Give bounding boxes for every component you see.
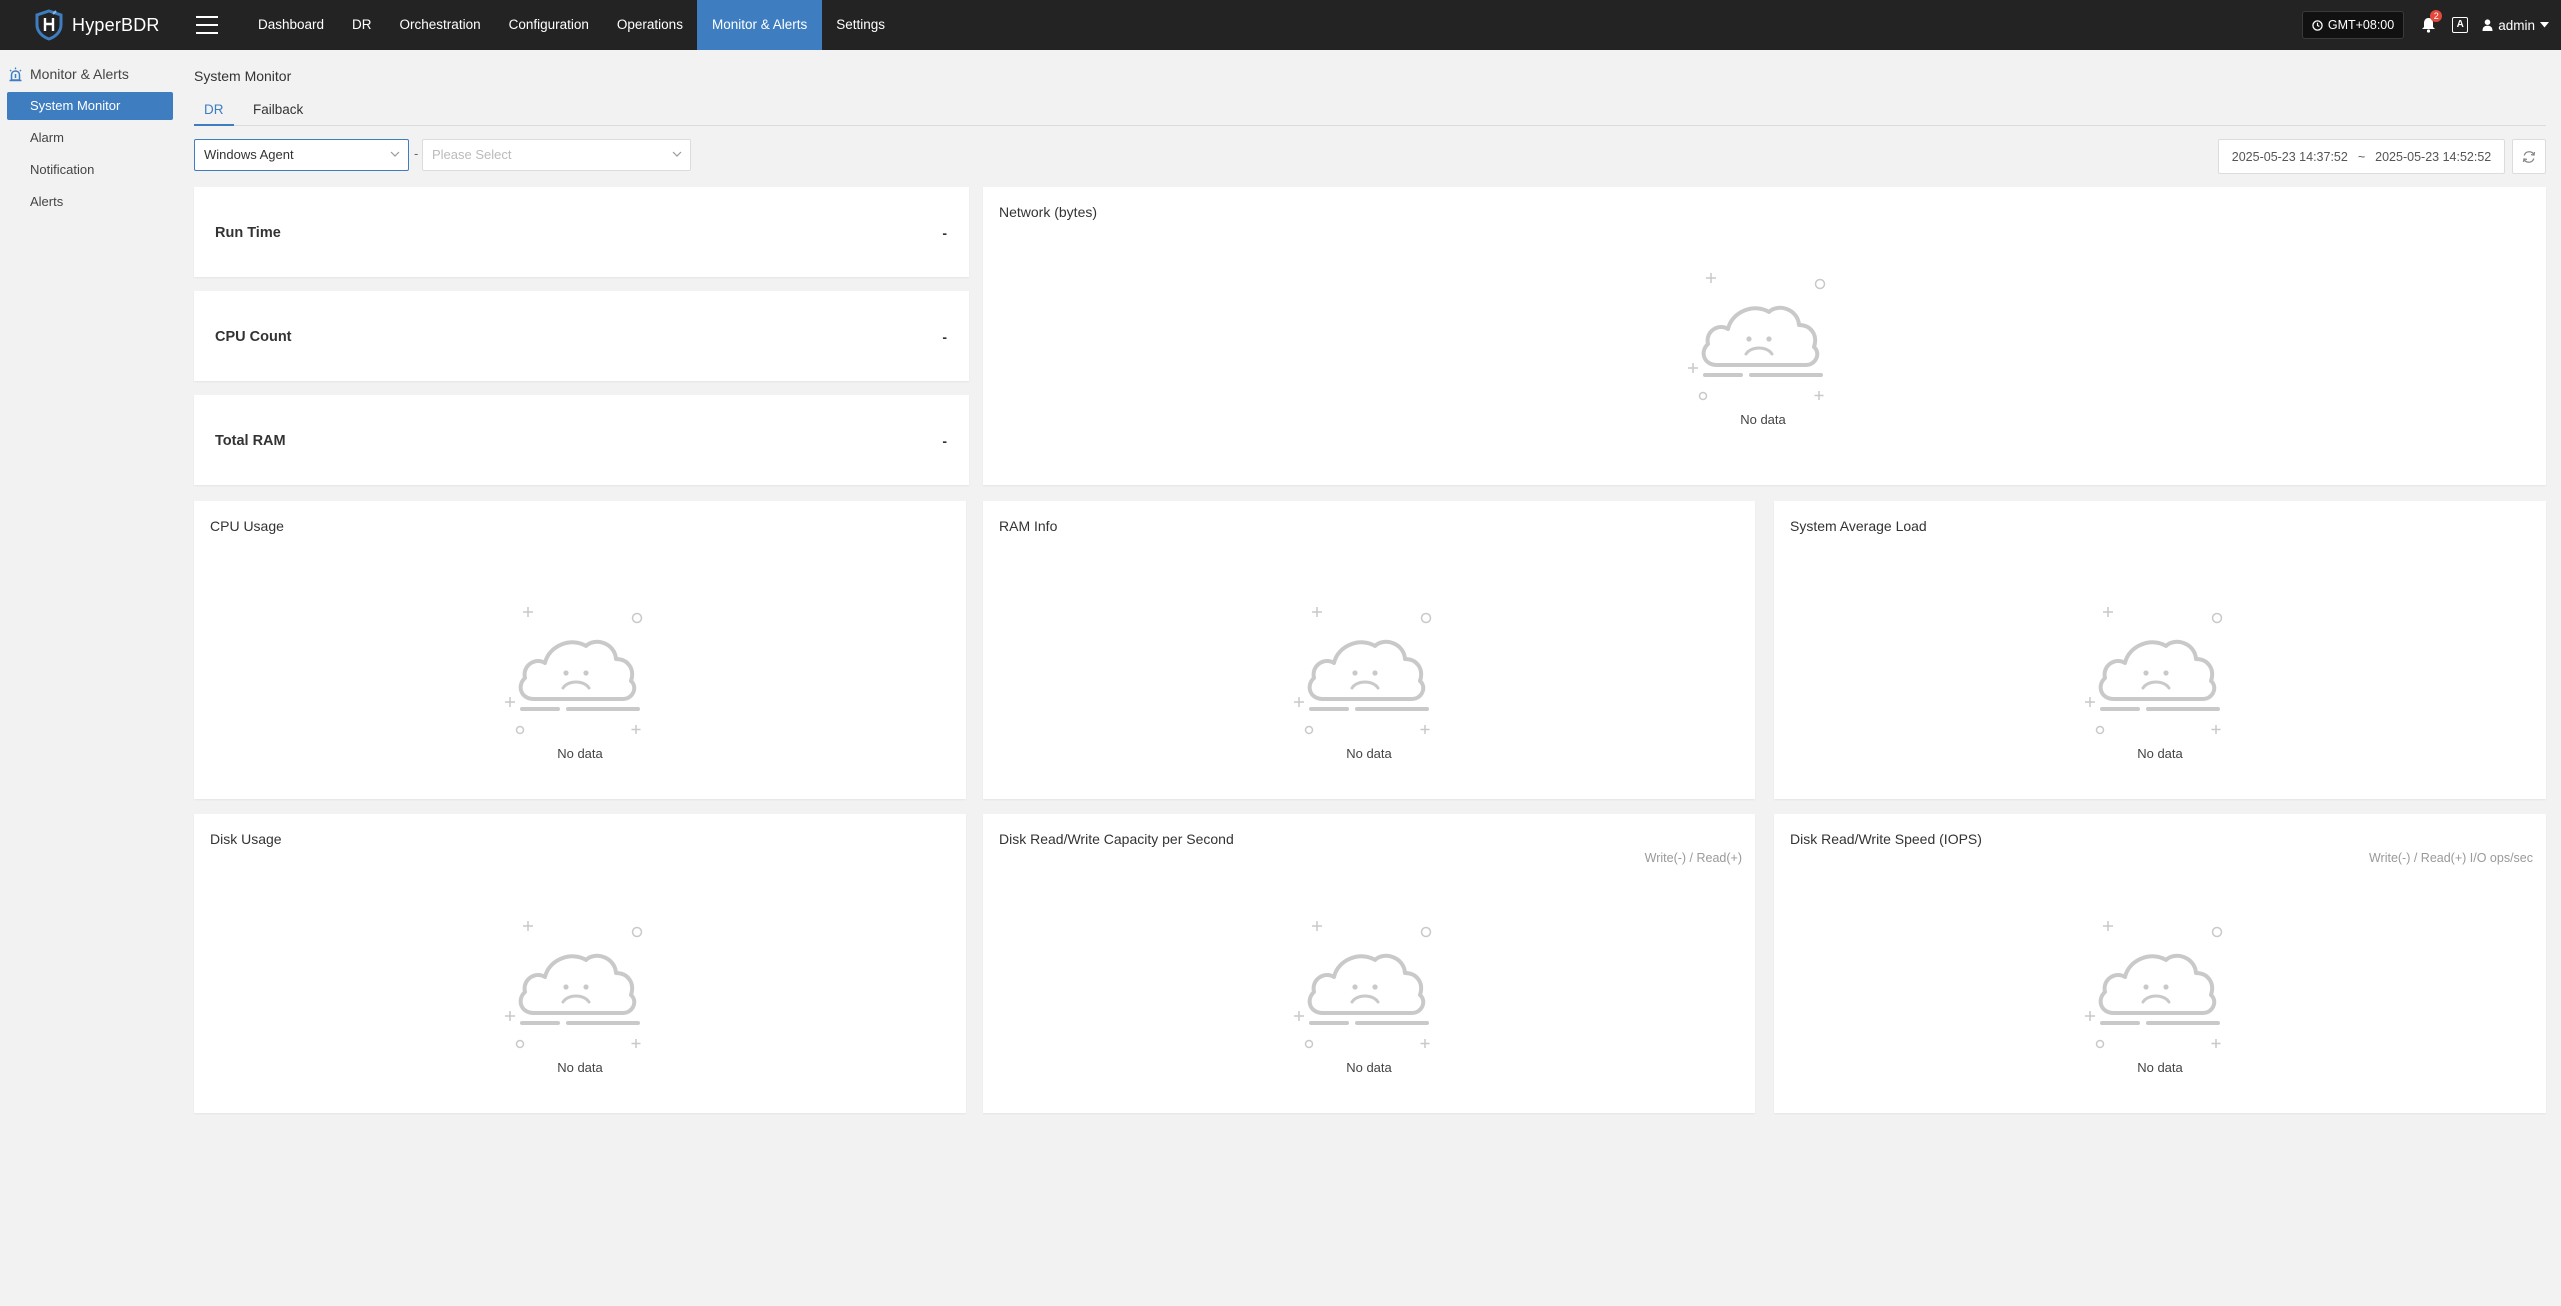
refresh-icon [2522, 150, 2536, 163]
timezone-label: GMT+08:00 [2327, 18, 2395, 32]
timezone-button[interactable]: GMT+08:00 [2301, 11, 2405, 39]
empty-state-text: No data [2137, 1060, 2183, 1075]
nav-monitor-alerts[interactable]: Monitor & Alerts [696, 0, 823, 50]
chart-network: Network (bytes) No data [983, 187, 2546, 485]
chart-title: Network (bytes) [999, 204, 1098, 220]
no-data-cloud-icon [1292, 919, 1433, 1050]
chart-title: Disk Read/Write Capacity per Second [999, 831, 1234, 847]
tab-dr[interactable]: DR [194, 94, 234, 126]
chevron-down-icon [390, 151, 400, 157]
top-navigation-bar: HyperBDR Dashboard DR Orchestration Conf… [0, 0, 2561, 50]
app-name: HyperBDR [72, 14, 160, 35]
chart-disk-read-write-capacity: Disk Read/Write Capacity per Second Writ… [983, 814, 1755, 1113]
sidebar-section-title: Monitor & Alerts [8, 66, 129, 82]
sidebar-item-alarm[interactable]: Alarm [7, 124, 173, 152]
stat-label: CPU Count [215, 329, 292, 345]
user-icon [2482, 19, 2493, 31]
nav-dr[interactable]: DR [338, 0, 386, 50]
stat-value: - [942, 329, 947, 345]
date-start: 2025-05-23 14:37:52 [2231, 149, 2348, 164]
sidebar-item-notification[interactable]: Notification [7, 156, 173, 184]
stat-card-cpu-count: CPU Count - [194, 291, 969, 381]
stat-label: Run Time [215, 225, 281, 241]
stat-card-run-time: Run Time - [194, 187, 969, 277]
empty-state-text: No data [557, 746, 603, 761]
main-nav: Dashboard DR Orchestration Configuration… [244, 0, 899, 50]
tab-failback[interactable]: Failback [253, 94, 303, 126]
stat-card-total-ram: Total RAM - [194, 395, 969, 485]
chart-title: CPU Usage [210, 518, 284, 534]
empty-state-text: No data [1346, 746, 1392, 761]
stat-value: - [942, 433, 947, 449]
date-end: 2025-05-23 14:52:52 [2375, 149, 2492, 164]
chevron-down-icon [672, 151, 682, 157]
no-data-cloud-icon [503, 605, 644, 736]
no-data-cloud-icon [503, 919, 644, 1050]
chart-title: Disk Read/Write Speed (IOPS) [1790, 831, 1982, 847]
topbar-actions: GMT+08:00 2 A admin [2301, 0, 2549, 50]
user-name: admin [2498, 17, 2535, 33]
empty-state: No data [1289, 601, 1449, 761]
chart-title: System Average Load [1790, 518, 1927, 534]
empty-state-text: No data [1346, 1060, 1392, 1075]
sidebar: Monitor & Alerts System Monitor Alarm No… [0, 50, 180, 1306]
sidebar-item-alerts[interactable]: Alerts [7, 188, 173, 216]
empty-state: No data [1683, 267, 1843, 427]
no-data-cloud-icon [1292, 605, 1433, 736]
chart-legend-note: Write(-) / Read(+) [1644, 851, 1742, 865]
language-icon[interactable]: A [2452, 17, 2469, 33]
nav-operations[interactable]: Operations [603, 0, 697, 50]
no-data-cloud-icon [2083, 919, 2224, 1050]
shield-logo-icon [35, 9, 63, 41]
empty-state: No data [500, 915, 660, 1075]
sidebar-section-label: Monitor & Alerts [30, 66, 129, 82]
date-range-picker[interactable]: 2025-05-23 14:37:52 ~ 2025-05-23 14:52:5… [2218, 139, 2505, 174]
chart-disk-usage: Disk Usage No data [194, 814, 966, 1113]
stat-label: Total RAM [215, 433, 286, 449]
chart-ram-info: RAM Info No data [983, 501, 1755, 799]
nav-settings[interactable]: Settings [822, 0, 899, 50]
empty-state-text: No data [2137, 746, 2183, 761]
empty-state: No data [1289, 915, 1449, 1075]
chart-disk-read-write-iops: Disk Read/Write Speed (IOPS) Write(-) / … [1774, 814, 2546, 1113]
filter-separator: - [414, 146, 419, 161]
user-menu[interactable]: admin [2482, 18, 2549, 33]
chart-title: Disk Usage [210, 831, 282, 847]
no-data-cloud-icon [2083, 605, 2224, 736]
chart-system-average-load: System Average Load No data [1774, 501, 2546, 799]
host-select[interactable]: Please Select [422, 139, 691, 171]
caret-down-icon [2540, 22, 2549, 28]
notification-bell[interactable]: 2 [2418, 10, 2443, 35]
empty-state: No data [2080, 915, 2240, 1075]
tab-bar: DR Failback [194, 94, 2546, 126]
clock-icon [2312, 19, 2323, 31]
empty-state-text: No data [557, 1060, 603, 1075]
sidebar-item-system-monitor[interactable]: System Monitor [7, 92, 173, 120]
app-logo[interactable]: HyperBDR [34, 9, 184, 41]
date-range-separator: ~ [2357, 149, 2366, 164]
no-data-cloud-icon [1686, 271, 1827, 402]
empty-state: No data [500, 601, 660, 761]
nav-dashboard[interactable]: Dashboard [244, 0, 338, 50]
agent-type-select[interactable]: Windows Agent [194, 139, 409, 171]
chart-cpu-usage: CPU Usage No data [194, 501, 966, 799]
alarm-siren-icon [9, 67, 22, 81]
empty-state-text: No data [1740, 412, 1786, 427]
empty-state: No data [2080, 601, 2240, 761]
host-select-placeholder: Please Select [432, 147, 512, 162]
chart-legend-note: Write(-) / Read(+) I/O ops/sec [2368, 851, 2533, 865]
notification-badge: 2 [2430, 10, 2443, 22]
nav-configuration[interactable]: Configuration [495, 0, 603, 50]
refresh-button[interactable] [2512, 139, 2546, 174]
nav-orchestration[interactable]: Orchestration [386, 0, 495, 50]
page-title: System Monitor [194, 68, 292, 84]
stat-value: - [942, 225, 947, 241]
chart-title: RAM Info [999, 518, 1058, 534]
agent-type-value: Windows Agent [204, 147, 294, 162]
menu-toggle-icon[interactable] [196, 16, 218, 34]
